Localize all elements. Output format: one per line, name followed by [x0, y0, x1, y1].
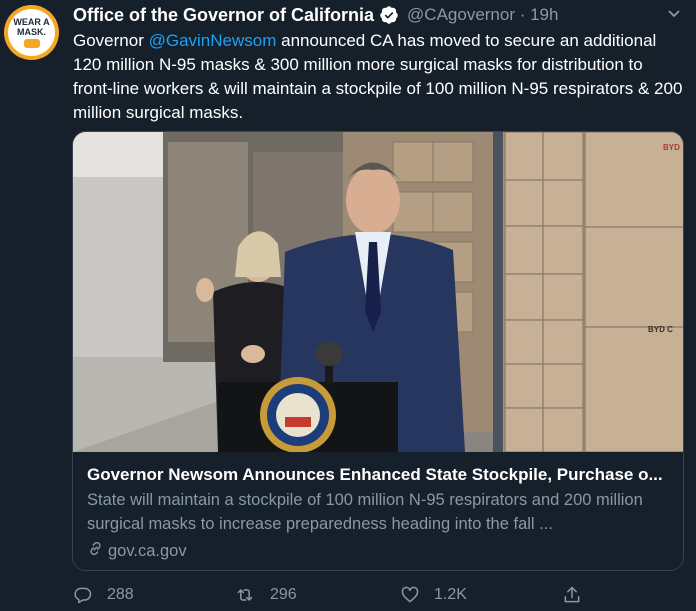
- reply-icon: [74, 587, 92, 604]
- card-description: State will maintain a stockpile of 100 m…: [87, 491, 643, 533]
- retweet-icon: [237, 589, 253, 601]
- mention-link[interactable]: @GavinNewsom: [149, 31, 277, 50]
- warehouse-photo: BYD BYD C: [73, 132, 683, 452]
- author-name[interactable]: Office of the Governor of California: [73, 5, 374, 26]
- verified-icon: [379, 5, 399, 25]
- box-label-2: BYD C: [648, 325, 673, 334]
- card-domain-text: gov.ca.gov: [108, 541, 187, 560]
- card-domain[interactable]: gov.ca.gov: [87, 540, 669, 562]
- tweet-text: Governor @GavinNewsom announced CA has m…: [73, 29, 683, 125]
- card-body[interactable]: Governor Newsom Announces Enhanced State…: [73, 452, 683, 570]
- like-count: 1.2K: [434, 586, 467, 603]
- like-icon: [401, 586, 419, 603]
- reply-button[interactable]: 288: [73, 585, 134, 605]
- retweet-button[interactable]: 296: [234, 585, 297, 605]
- avatar-text-line2: MASK.: [17, 27, 46, 37]
- avatar-text-line1: WEAR A: [13, 17, 50, 27]
- reply-count: 288: [107, 586, 134, 603]
- card-image[interactable]: BYD BYD C: [73, 132, 683, 452]
- link-icon: [87, 540, 104, 562]
- mask-icon: [23, 39, 40, 48]
- tweet-actions: 288 296 1.2K: [73, 585, 593, 609]
- share-button[interactable]: [562, 585, 596, 605]
- box-label-1: BYD: [663, 143, 680, 152]
- share-icon: [564, 586, 580, 603]
- link-card[interactable]: BYD BYD C Governor Newsom Announces Enha…: [72, 131, 684, 571]
- more-icon[interactable]: [666, 4, 682, 27]
- author-handle-time[interactable]: @CAgovernor · 19h: [407, 5, 558, 25]
- tweet-header: Office of the Governor of California @CA…: [73, 3, 558, 27]
- card-title[interactable]: Governor Newsom Announces Enhanced State…: [87, 464, 669, 486]
- like-button[interactable]: 1.2K: [400, 585, 467, 605]
- retweet-count: 296: [270, 586, 297, 603]
- tweet-text-prefix: Governor: [73, 31, 149, 50]
- avatar[interactable]: WEAR A MASK.: [4, 5, 59, 60]
